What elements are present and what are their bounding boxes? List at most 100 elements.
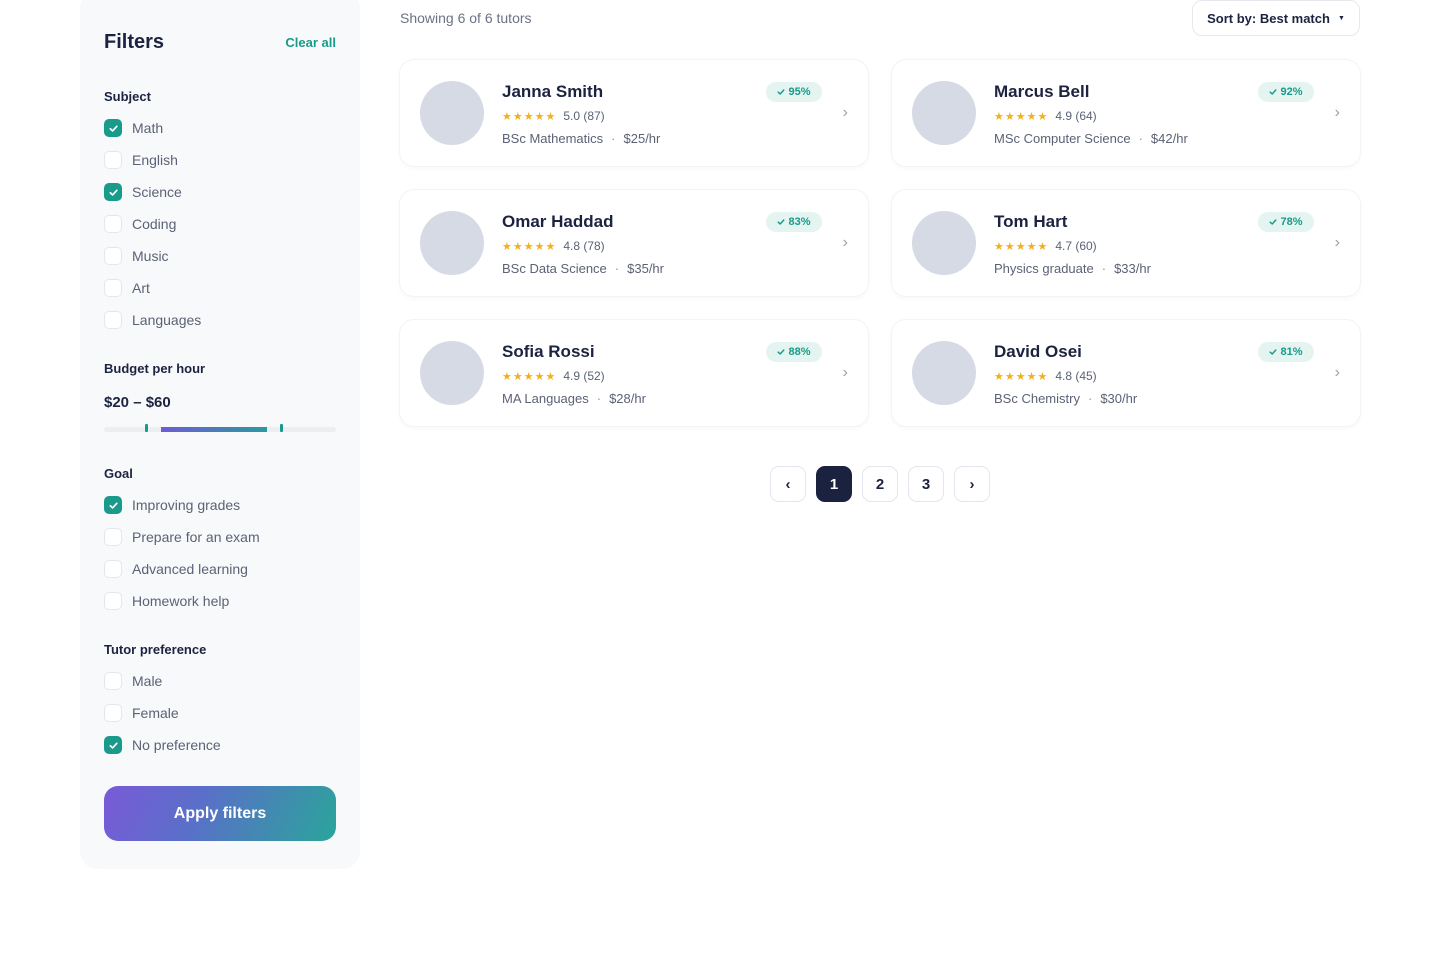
avatar xyxy=(420,341,484,405)
subject-option[interactable]: Math xyxy=(104,118,163,138)
tutor-name: Janna Smith xyxy=(502,82,604,101)
goal-checkbox[interactable] xyxy=(104,496,122,514)
check-icon xyxy=(108,188,118,196)
subject-option-label: Science xyxy=(132,184,182,200)
tutor-rate: $33/hr xyxy=(1114,261,1151,276)
sort-dropdown[interactable]: Sort by: Best match ▼ xyxy=(1192,0,1360,36)
budget-slider-fill xyxy=(161,427,267,432)
tutor-degree: Physics graduate xyxy=(994,261,1094,276)
tutor-card[interactable]: Omar Haddad ★★★★★ 4.8 (78) BSc Data Science… xyxy=(400,190,868,296)
check-icon xyxy=(108,501,118,509)
chevron-right-icon[interactable]: › xyxy=(843,103,848,123)
meta-separator: · xyxy=(1101,261,1107,276)
subject-checkbox[interactable] xyxy=(104,311,122,329)
rating-value: 5.0 (87) xyxy=(563,109,605,123)
filters-title: Filters xyxy=(104,30,165,53)
tutor-degree: BSc Data Science xyxy=(502,261,607,276)
page-button-2[interactable]: 2 xyxy=(862,466,898,502)
goal-option-label: Improving grades xyxy=(132,497,241,513)
goal-option-label: Homework help xyxy=(132,593,230,609)
match-badge: 88% xyxy=(766,342,822,362)
match-badge: 95% xyxy=(766,82,822,102)
pagination: ‹ 1 2 3 › xyxy=(770,466,990,502)
match-badge: 83% xyxy=(766,212,822,232)
subject-option[interactable]: Music xyxy=(104,246,169,266)
subject-option-label: Music xyxy=(132,248,169,264)
tutor-degree: BSc Chemistry xyxy=(994,391,1080,406)
star-rating-icon: ★★★★★ xyxy=(994,370,1049,383)
preference-option[interactable]: Female xyxy=(104,703,179,723)
match-percent: 88% xyxy=(788,346,811,358)
budget-slider-max-handle[interactable] xyxy=(280,424,283,432)
tutor-rate: $25/hr xyxy=(623,131,661,146)
tutor-rate: $28/hr xyxy=(609,391,646,406)
subject-option[interactable]: Science xyxy=(104,182,182,202)
check-icon xyxy=(108,124,118,132)
goal-option-label: Advanced learning xyxy=(132,561,248,577)
subject-option[interactable]: Art xyxy=(104,278,150,298)
preference-checkbox[interactable] xyxy=(104,672,122,690)
match-percent: 78% xyxy=(1280,216,1303,228)
subject-option[interactable]: English xyxy=(104,150,178,170)
tutor-meta: Physics graduate · $33/hr xyxy=(994,261,1151,276)
subject-checkbox[interactable] xyxy=(104,151,122,169)
preference-checkbox[interactable] xyxy=(104,736,122,754)
check-icon xyxy=(1269,348,1278,356)
tutor-card[interactable]: Sofia Rossi ★★★★★ 4.9 (52) MA Languages · $28… xyxy=(400,320,868,426)
chevron-right-icon[interactable]: › xyxy=(843,363,848,383)
rating-row: ★★★★★ 4.8 (45) xyxy=(994,369,1097,383)
goal-checkbox[interactable] xyxy=(104,560,122,578)
budget-range-value: $20 – $60 xyxy=(104,394,171,411)
subject-option[interactable]: Languages xyxy=(104,310,201,330)
chevron-right-icon[interactable]: › xyxy=(1335,233,1340,253)
check-icon xyxy=(777,88,786,96)
subject-checkbox[interactable] xyxy=(104,247,122,265)
prev-page-button[interactable]: ‹ xyxy=(770,466,806,502)
meta-separator: · xyxy=(1138,131,1143,146)
preference-option[interactable]: No preference xyxy=(104,735,221,755)
preference-option[interactable]: Male xyxy=(104,671,162,691)
match-percent: 95% xyxy=(788,86,811,98)
goal-option[interactable]: Homework help xyxy=(104,591,229,611)
goal-option[interactable]: Advanced learning xyxy=(104,559,248,579)
goal-checkbox[interactable] xyxy=(104,592,122,610)
chevron-right-icon[interactable]: › xyxy=(1335,363,1340,383)
preference-option-label: Female xyxy=(132,705,179,721)
preference-section-title: Tutor preference xyxy=(104,642,207,657)
subject-option[interactable]: Coding xyxy=(104,214,176,234)
clear-all-link[interactable]: Clear all xyxy=(285,35,336,50)
chevron-right-icon[interactable]: › xyxy=(843,233,848,253)
star-rating-icon: ★★★★★ xyxy=(502,110,557,123)
sort-label: Sort by: Best match xyxy=(1207,10,1330,26)
page-button-3[interactable]: 3 xyxy=(908,466,944,502)
goal-checkbox[interactable] xyxy=(104,528,122,546)
match-badge: 81% xyxy=(1258,342,1314,362)
rating-row: ★★★★★ 5.0 (87) xyxy=(502,109,605,123)
apply-filters-button[interactable]: Apply filters xyxy=(104,786,336,841)
goal-option[interactable]: Improving grades xyxy=(104,495,240,515)
preference-checkbox[interactable] xyxy=(104,704,122,722)
goal-option[interactable]: Prepare for an exam xyxy=(104,527,260,547)
match-percent: 81% xyxy=(1280,346,1303,358)
subject-checkbox[interactable] xyxy=(104,183,122,201)
tutor-name: Tom Hart xyxy=(994,212,1068,231)
check-icon xyxy=(1269,218,1278,226)
tutor-card[interactable]: David Osei ★★★★★ 4.8 (45) BSc Chemistry · $30… xyxy=(892,320,1360,426)
subject-checkbox[interactable] xyxy=(104,279,122,297)
filters-header: Filters Clear all xyxy=(104,30,336,54)
budget-section-title: Budget per hour xyxy=(104,361,206,376)
budget-slider[interactable] xyxy=(104,424,336,432)
subject-option-label: English xyxy=(132,152,178,168)
tutor-card[interactable]: Marcus Bell ★★★★★ 4.9 (64) MSc Computer Sci… xyxy=(892,60,1360,166)
rating-value: 4.9 (64) xyxy=(1055,109,1097,123)
tutor-name: Marcus Bell xyxy=(994,82,1090,101)
check-icon xyxy=(777,348,786,356)
budget-slider-min-handle[interactable] xyxy=(145,424,148,432)
tutor-card[interactable]: Tom Hart ★★★★★ 4.7 (60) Physics graduate · $3… xyxy=(892,190,1360,296)
page-button-1[interactable]: 1 xyxy=(816,466,852,502)
tutor-card[interactable]: Janna Smith ★★★★★ 5.0 (87) BSc Mathematics ·… xyxy=(400,60,868,166)
chevron-right-icon[interactable]: › xyxy=(1335,103,1340,123)
next-page-button[interactable]: › xyxy=(954,466,990,502)
subject-checkbox[interactable] xyxy=(104,119,122,137)
subject-checkbox[interactable] xyxy=(104,215,122,233)
